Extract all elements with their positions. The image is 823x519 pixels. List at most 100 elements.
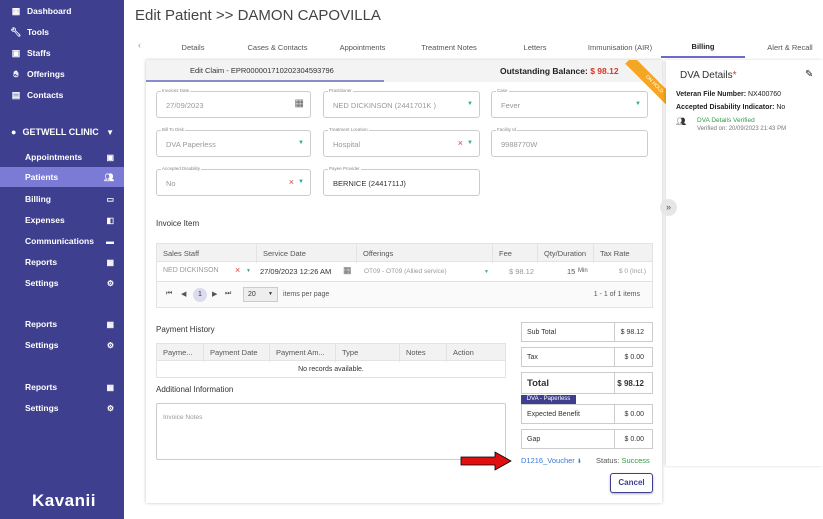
dva-title: DVA Details*: [680, 70, 737, 81]
row-fee[interactable]: $ 98.12: [509, 267, 534, 276]
practitioner-select[interactable]: Practitioner NED DICKINSON (2441701K ) ▼: [323, 88, 480, 118]
col-qty: Qty/Duration: [538, 244, 594, 263]
treatment-location-select[interactable]: Treatment Location Hospital × ▼: [323, 127, 480, 157]
tab-letters[interactable]: Letters: [510, 36, 560, 58]
first-page-icon[interactable]: ⏮: [166, 290, 172, 298]
sidebar: ▦ Dashboard 🔧︎ Tools ▣ Staffs ✋︎ Offerings ▤…: [0, 0, 124, 519]
page-size-select[interactable]: 20 ▼: [243, 287, 278, 302]
col-tax-rate: Tax Rate: [600, 249, 630, 258]
col-fee: Fee: [493, 244, 538, 263]
col-service-date: Service Date: [257, 244, 357, 263]
sidebar-item-patients[interactable]: Patients 👥︎: [0, 167, 124, 187]
tab-appointments[interactable]: Appointments: [330, 36, 395, 58]
dropdown-arrow-icon: ▼: [484, 269, 489, 275]
col-notes: Notes: [400, 344, 447, 362]
col-payment: Payme...: [157, 344, 204, 362]
id-card-icon: ▣: [11, 47, 21, 58]
per-page-label: items per page: [283, 291, 330, 298]
clinic-selector[interactable]: ● GETWELL CLINIC ▼: [0, 124, 124, 140]
calendar-icon[interactable]: ▦: [295, 98, 304, 109]
dropdown-arrow-icon[interactable]: ▼: [246, 268, 251, 274]
additional-info-title: Additional Information: [156, 385, 234, 394]
dropdown-arrow-icon: ▼: [298, 140, 304, 146]
dva-badge: DVA - Paperless: [521, 395, 576, 404]
outstanding-balance: Outstanding Balance: $ 98.12: [500, 66, 619, 76]
tab-alert-recall[interactable]: Alert & Recall: [760, 36, 820, 58]
page-title: Edit Patient >> DAMON CAPOVILLA: [135, 7, 381, 24]
table-row: NED DICKINSON × ▼ 27/09/2023 12:26 AM ▦ …: [156, 262, 653, 282]
payee-provider-field[interactable]: Payee Provider BERNICE (2441711J): [323, 166, 480, 196]
tab-treatment-notes[interactable]: Treatment Notes: [415, 36, 483, 58]
subtotal-row: Sub Total $ 98.12: [521, 322, 653, 342]
edit-pencil-icon[interactable]: ✎: [805, 69, 813, 80]
sidebar-item-reports[interactable]: Reports ▦: [0, 252, 124, 272]
tab-details[interactable]: Details: [158, 36, 228, 58]
sidebar-item-expenses[interactable]: Expenses ◧: [0, 210, 124, 230]
invoice-item-title: Invoice Item: [156, 219, 200, 228]
row-qty[interactable]: 15: [567, 267, 575, 276]
pager-range: 1 - 1 of 1 items: [593, 291, 640, 298]
sidebar-item-staffs[interactable]: ▣ Staffs: [0, 43, 124, 63]
gear-icon: ⚙: [106, 403, 114, 413]
col-action: Action: [453, 348, 474, 357]
sidebar-item-contacts[interactable]: ▤ Contacts: [0, 85, 124, 105]
clear-icon[interactable]: ×: [458, 138, 463, 148]
veteran-file-number: Veteran File Number: NX400760: [676, 91, 782, 98]
prev-page-icon[interactable]: ◀: [181, 290, 186, 298]
invoice-item-header: Sales Staff Service Date Offerings Fee Q…: [156, 243, 653, 263]
clear-icon[interactable]: ×: [235, 265, 240, 275]
dropdown-arrow-icon: ▼: [268, 291, 273, 297]
sidebar-item-settings-2[interactable]: Settings ⚙: [0, 335, 124, 355]
calendar-icon: ▣: [106, 152, 114, 162]
report-icon: ▦: [106, 257, 114, 267]
tab-immunisation[interactable]: Immunisation (AIR): [585, 36, 655, 58]
sidebar-item-appointments[interactable]: Appointments ▣: [0, 147, 124, 167]
wrench-icon: 🔧︎: [10, 26, 22, 37]
row-date[interactable]: 27/09/2023 12:26 AM: [260, 267, 331, 276]
voucher-link[interactable]: D1216_Voucher ⬇: [521, 456, 582, 465]
tab-billing[interactable]: Billing: [661, 36, 745, 58]
dashboard-icon: ▦: [11, 5, 21, 16]
invoice-notes-textarea[interactable]: Invoice Notes: [156, 403, 506, 460]
claim-title: Edit Claim - EPR000001710202304593796: [190, 66, 334, 75]
message-icon: ▬: [106, 236, 114, 246]
kavanii-logo: Kavanii: [32, 491, 96, 510]
voucher-status: Status: Success: [596, 456, 650, 465]
expand-panel-icon[interactable]: »: [660, 199, 677, 216]
notes-placeholder: Invoice Notes: [163, 414, 203, 421]
facility-id-field[interactable]: Facility Id 9988770W: [491, 127, 648, 157]
claim-tab-indicator: [146, 80, 384, 82]
dva-details-panel: DVA Details* ✎ Veteran File Number: NX40…: [666, 60, 823, 466]
sidebar-item-tools[interactable]: 🔧︎ Tools: [0, 22, 124, 42]
tab-cases-contacts[interactable]: Cases & Contacts: [240, 36, 315, 58]
sidebar-item-settings[interactable]: Settings ⚙: [0, 273, 124, 293]
people-icon: 👥︎: [103, 172, 114, 182]
row-offering[interactable]: OT09 - OT09 (Allied service): [364, 268, 447, 275]
page-number[interactable]: 1: [193, 288, 207, 302]
cancel-button[interactable]: Cancel: [610, 473, 653, 493]
payment-history-header: Payme... Payment Date Payment Am... Type…: [156, 343, 506, 362]
sidebar-item-billing[interactable]: Billing ▭: [0, 189, 124, 209]
bill-to-select[interactable]: Bill To Disk DVA Paperless ▼: [156, 127, 311, 157]
calendar-icon[interactable]: ▦: [343, 265, 352, 276]
contacts-icon: ▤: [11, 89, 21, 100]
sidebar-item-communications[interactable]: Communications ▬: [0, 231, 124, 251]
row-staff: NED DICKINSON: [163, 267, 219, 274]
chevron-down-icon: ▼: [106, 127, 114, 137]
invoice-date-field[interactable]: Invoices Date 27/09/2023 ▦: [156, 88, 311, 118]
sidebar-item-offerings[interactable]: ✋︎ Offerings: [0, 64, 124, 84]
card-icon: ▭: [106, 194, 114, 204]
sidebar-item-dashboard[interactable]: ▦ Dashboard: [0, 1, 124, 21]
dropdown-arrow-icon: ▼: [635, 101, 641, 107]
sidebar-item-settings-3[interactable]: Settings ⚙: [0, 398, 124, 418]
hand-offering-icon: ✋︎: [13, 68, 19, 79]
col-type: Type: [336, 344, 400, 362]
last-page-icon[interactable]: ⏭: [225, 290, 231, 298]
sidebar-item-reports-3[interactable]: Reports ▦: [0, 377, 124, 397]
sidebar-item-reports-2[interactable]: Reports ▦: [0, 314, 124, 334]
next-page-icon[interactable]: ▶: [212, 290, 217, 298]
clear-icon[interactable]: ×: [289, 177, 294, 187]
gear-icon: ⚙: [106, 340, 114, 350]
accepted-disability-select[interactable]: Accepted Disability No × ▼: [156, 166, 311, 196]
case-select[interactable]: Case Fever ▼: [491, 88, 648, 118]
